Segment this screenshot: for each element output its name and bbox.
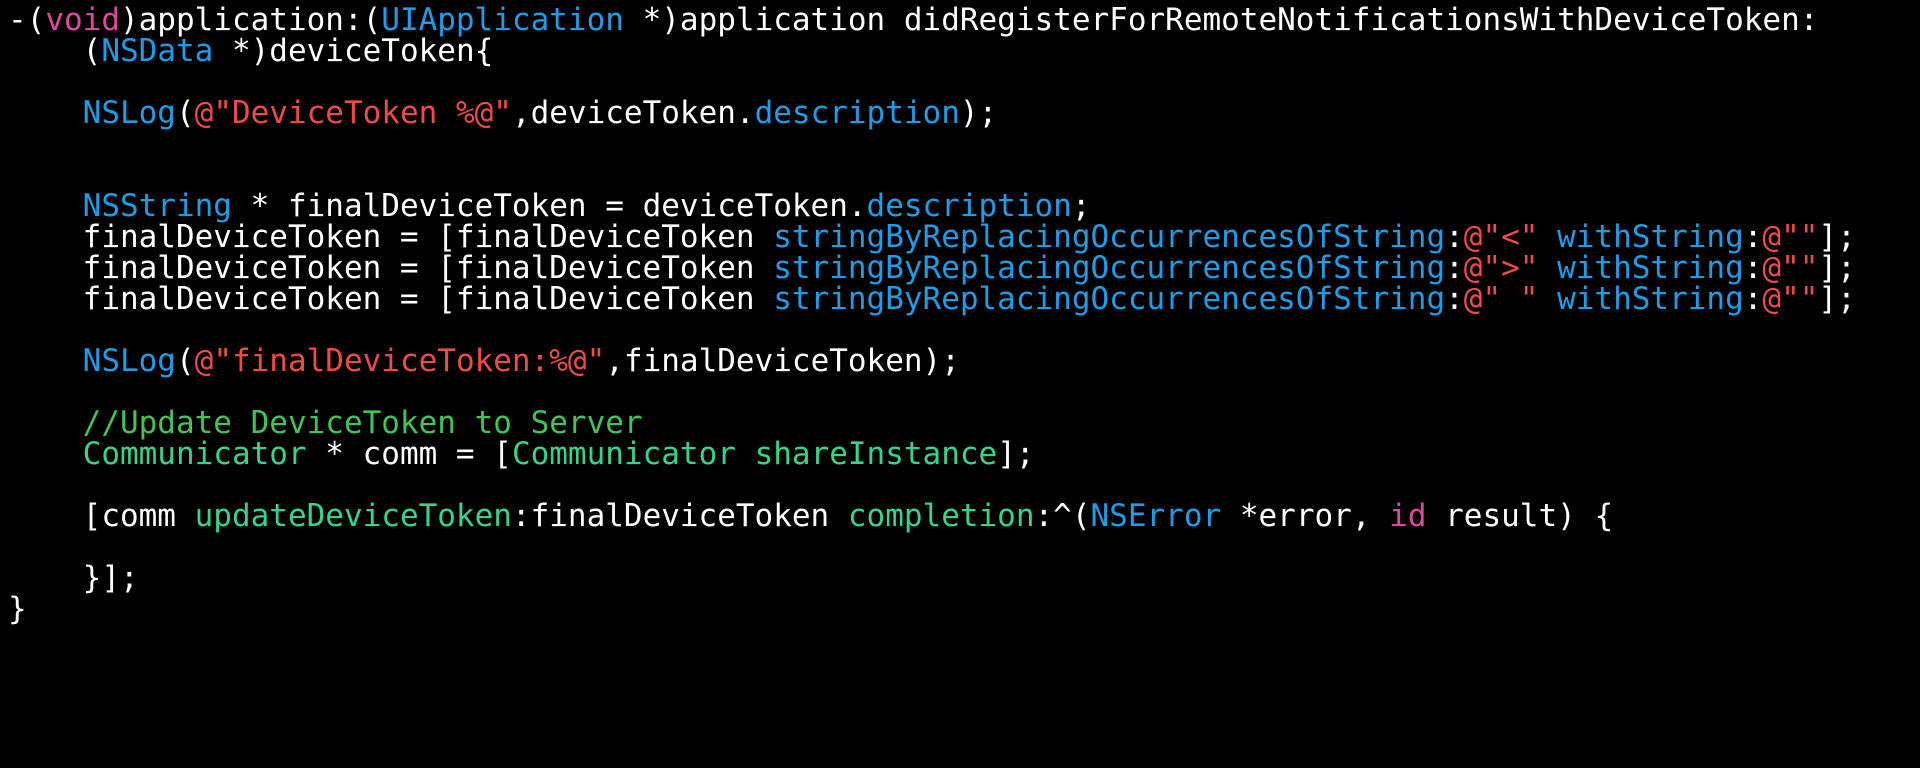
code-token-plain: : xyxy=(1445,281,1464,317)
code-token-plain: ,deviceToken. xyxy=(511,95,755,131)
code-line: NSLog(@"finalDeviceToken:%@",finalDevice… xyxy=(8,342,960,380)
code-token-plain: ,finalDeviceToken); xyxy=(605,343,960,379)
code-token-type: stringByReplacingOccurrencesOfString xyxy=(773,281,1446,317)
code-token-type: NSData xyxy=(101,33,214,69)
code-token-plain: ); xyxy=(959,95,998,131)
code-token-string: @"DeviceToken %@" xyxy=(194,95,512,131)
code-token-plain: ( xyxy=(175,343,195,379)
code-line: finalDeviceToken = [finalDeviceToken str… xyxy=(8,280,1856,318)
code-token-project-symbol: shareInstance xyxy=(754,436,998,472)
code-token-plain: *)application didRegisterForRemoteNotifi… xyxy=(623,2,1819,38)
code-token-plain: *error, xyxy=(1221,498,1390,534)
code-line: Communicator * comm = [Communicator shar… xyxy=(8,435,1035,473)
code-token-keyword: id xyxy=(1389,498,1427,534)
code-token-string: @"" xyxy=(1762,281,1819,317)
code-token-plain: ( xyxy=(175,95,195,131)
code-token-string: @"finalDeviceToken:%@" xyxy=(194,343,606,379)
code-token-type: NSError xyxy=(1090,498,1222,534)
code-token-plain: :finalDeviceToken xyxy=(511,498,848,534)
code-editor[interactable]: -(void)application:(UIApplication *)appl… xyxy=(0,0,1920,768)
code-token-plain: * comm = [ xyxy=(306,436,512,472)
code-line: (NSData *)deviceToken{ xyxy=(8,32,494,70)
code-token-type: withString xyxy=(1557,281,1744,317)
code-line: NSLog(@"DeviceToken %@",deviceToken.desc… xyxy=(8,94,998,132)
code-line: [comm updateDeviceToken:finalDeviceToken… xyxy=(8,497,1613,535)
code-token-plain: :^( xyxy=(1034,498,1091,534)
code-token-plain: [comm xyxy=(8,498,195,534)
code-token-plain: }]; xyxy=(8,560,139,596)
code-token-plain: } xyxy=(8,591,27,627)
code-token-project-symbol: Communicator xyxy=(82,436,307,472)
code-token-type: description xyxy=(754,95,960,131)
code-token-plain: finalDeviceToken = [finalDeviceToken xyxy=(8,281,774,317)
code-token-plain: : xyxy=(1743,281,1763,317)
code-token-plain: *)deviceToken{ xyxy=(213,33,494,69)
code-token-plain: ( xyxy=(8,33,102,69)
code-token-project-symbol: updateDeviceToken xyxy=(194,498,512,534)
code-token-project-symbol: completion xyxy=(847,498,1035,534)
code-token-type: NSLog xyxy=(82,95,176,131)
code-line: } xyxy=(8,590,27,628)
code-token-string: @" " xyxy=(1463,281,1539,317)
code-token-project-symbol: Communicator xyxy=(511,436,736,472)
code-token-plain: ]; xyxy=(997,436,1035,472)
code-token-type: NSLog xyxy=(82,343,176,379)
code-token-plain: ]; xyxy=(1818,281,1856,317)
code-line: }]; xyxy=(8,559,139,597)
code-token-plain: result) { xyxy=(1426,498,1614,534)
